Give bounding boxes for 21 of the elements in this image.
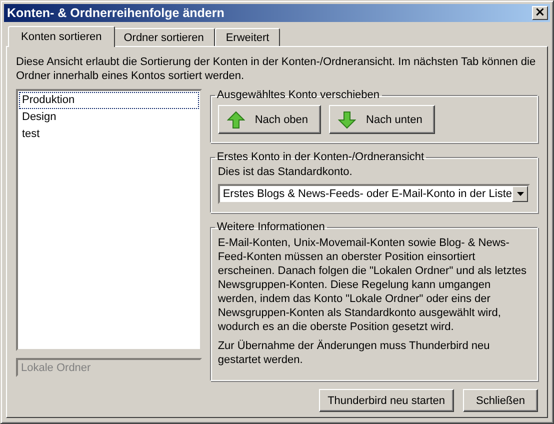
move-up-button[interactable]: Nach oben	[218, 105, 322, 134]
group-title: Ausgewähltes Konto verschieben	[216, 89, 380, 101]
tab[interactable]: Erweitert	[214, 28, 280, 46]
close-button[interactable]: ×	[532, 6, 548, 20]
close-dialog-button[interactable]: Schließen	[463, 389, 538, 412]
info-text: E-Mail-Konten, Unix-Movemail-Konten sowie Blog- & News-Feed-Konten müssen an oberster Position einsortiert erscheinen. Danach folgen die "Lokalen Ordner" und als letztes Newsgruppen-Konten. Diese Regelung kann umgangen werden, indem das Konto "Lokale Ordner" oder eins der Newsgruppen-Konten als Standardkonto ausgewählt wird, wodurch es an die oberste Position gesetzt wird.	[218, 236, 528, 334]
tab[interactable]: Konten sortieren	[8, 26, 115, 47]
group-title: Weitere Informationen	[216, 221, 326, 233]
fixed-account-field: Lokale Ordner	[16, 358, 202, 377]
account-item[interactable]: Design	[19, 109, 199, 126]
group-title: Erstes Konto in der Konten-/Ordneransicht	[216, 151, 426, 163]
account-item[interactable]: test	[19, 126, 199, 143]
description-text: Diese Ansicht erlaubt die Sortierung der Konten in der Konten-/Ordneransicht. Im nächsten Tab können die Ordner innerhalb eines Kontos sortiert werden.	[16, 55, 537, 83]
move-down-button[interactable]: Nach unten	[329, 105, 436, 134]
account-item[interactable]: Produktion	[19, 92, 199, 109]
restart-button[interactable]: Thunderbird neu starten	[318, 389, 454, 412]
window-title: Konten- & Ordnerreihenfolge ändern	[7, 6, 224, 20]
info-text: Zur Übernahme der Änderungen muss Thunderbird neu gestartet werden.	[218, 339, 491, 367]
tab[interactable]: Ordner sortieren	[112, 28, 215, 46]
note-text: Dies ist das Standardkonto.	[218, 166, 354, 178]
first-account-dropdown[interactable]: Erstes Blogs & News-Feeds- oder E-Mail-Konto in der Liste	[218, 184, 530, 204]
